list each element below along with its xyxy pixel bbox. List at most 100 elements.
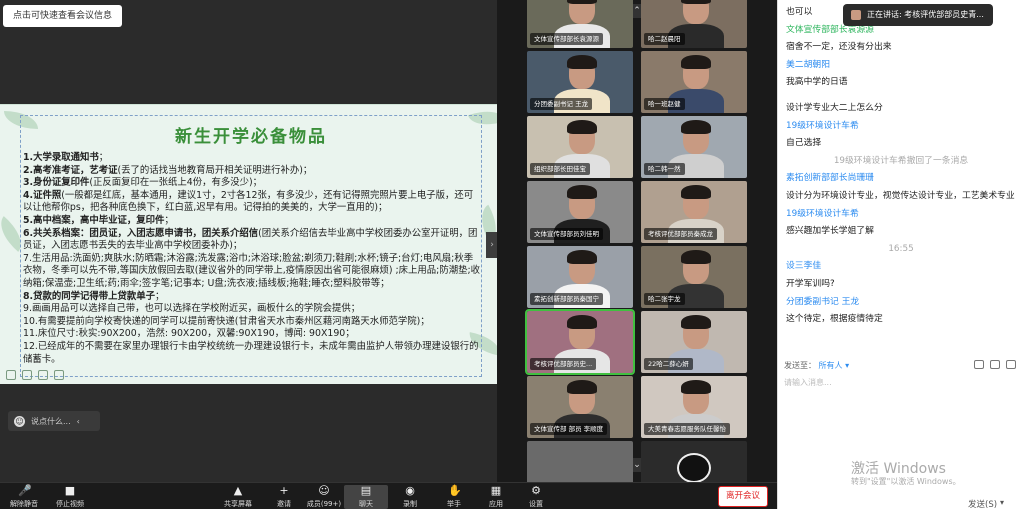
slide-item: 11.床位尺寸:秋实:90X200，浩然: 90X200，双馨:90X190，博… — [23, 328, 481, 341]
eraser-icon[interactable] — [22, 370, 32, 380]
participant-hair — [681, 54, 712, 69]
slide-tools[interactable] — [6, 370, 64, 380]
share-screen-button[interactable]: ▲ 共享屏幕 — [216, 485, 260, 509]
participant-video-tile[interactable]: 素拓创新部部员秦国宁 — [527, 246, 633, 308]
slide-item: 8.贷款的同学记得带上贷款单子； — [23, 291, 481, 304]
slide-item-text: ； — [98, 152, 109, 163]
unmute-button[interactable]: 🎤 解除静音 — [2, 485, 46, 509]
participant-name: 文体宣传部部长袁源源 — [530, 33, 603, 45]
participant-video-tile[interactable]: 大美青春志愿服务队任馨怡 — [641, 376, 747, 438]
chat-system-note: 19级环境设计车希撤回了一条消息 — [833, 155, 969, 166]
share-screen-icon: ▲ — [233, 484, 243, 497]
file-icon[interactable] — [974, 360, 984, 369]
apps-icon: ▦ — [490, 484, 502, 497]
participant-video-tile[interactable]: 哈二张宇龙 — [641, 246, 747, 308]
chat-message: 开学军训吗? — [786, 278, 835, 289]
chat-sender[interactable]: 19级环境设计车希 — [786, 118, 1016, 136]
participant-name: 哈一班赵健 — [644, 98, 685, 110]
send-to-selector[interactable]: 所有人 — [819, 361, 843, 370]
slide-item: 2.高考准考证，艺考证(丢了的话找当地教育局开相关证明进行补办)； — [23, 165, 481, 178]
participant-video-tile[interactable]: 考核评优部部员秦成龙 — [641, 181, 747, 243]
pen-icon[interactable] — [6, 370, 16, 380]
participant-video-tile[interactable]: 考核评优部部员史... — [525, 309, 635, 375]
participant-name: 分团委副书记 王龙 — [530, 98, 593, 110]
participant-hair — [681, 379, 712, 394]
toolbar-label: 举手 — [447, 500, 461, 508]
leave-meeting-button[interactable]: 离开会议 — [718, 486, 768, 507]
slide-item-bold: 4.证件照 — [23, 189, 62, 201]
slide-item: 12.已经成年的不需要在家里办理银行卡由学校统统一办理建设银行卡，未成年需由监护… — [23, 341, 481, 366]
slide-body: 1.大学录取通知书； 2.高考准考证，艺考证(丢了的话找当地教育局开相关证明进行补… — [23, 152, 481, 366]
participants-button[interactable]: ☺ 成员(99+) — [302, 485, 346, 509]
participant-name: 哈二韩一然 — [644, 163, 685, 175]
participant-video-tile[interactable]: 文体宣传部部员刘佳明 — [527, 181, 633, 243]
participant-video-tile[interactable]: 文体宣传部部长袁源源 — [527, 0, 633, 48]
slide-item-text: (一般都是红底，基本通用，建议1寸，2寸各12张，有多没少，还有记得照完照片要上… — [23, 189, 474, 214]
slide-item-bold: 2.高考准考证，艺考证 — [23, 164, 118, 176]
meeting-window: 点击可快速查看会议信息 新生开学必备物品 1.大学录取通知书； 2.高考准考证，艺… — [0, 0, 1024, 509]
toolbar-label: 应用 — [489, 500, 503, 508]
chat-button[interactable]: ▤ 聊天 — [344, 485, 388, 509]
slide-item-bold: 5.高中档案，高中毕业证，复印件 — [23, 214, 165, 226]
chat-panel: 也可以 文体宣传部部长袁源源 宿舍不一定，还没有分出来 美二胡朝阳 我高中学的日语 设计学… — [777, 0, 1024, 509]
slide-item: 10.有需要提前向学校寄快递的同学可以提前寄快递(甘肃省天水市秦州区藉河南路天水… — [23, 316, 481, 329]
participant-video-tile[interactable]: 分团委副书记 王龙 — [527, 51, 633, 113]
participant-name: 考核评优部部员史... — [530, 358, 597, 370]
chat-input[interactable]: 请输入消息... — [784, 377, 1019, 389]
participant-video-tile[interactable]: 哈一班赵健 — [641, 51, 747, 113]
chat-message: 设计学专业大二上怎么分 — [786, 102, 883, 113]
slide-item-text: 12.已经成年的不需要在家里办理银行卡由学校统统一办理建设银行卡，未成年需由监护… — [23, 340, 479, 365]
toolbar-label: 录制 — [403, 500, 417, 508]
chat-message: 我高中学的日语 — [786, 77, 848, 88]
participant-video-tile[interactable]: 哈二韩一然 — [641, 116, 747, 178]
participant-hair — [681, 314, 712, 329]
slide-item-text: 10.有需要提前向学校寄快递的同学可以提前寄快递(甘肃省天水市秦州区藉河南路天水… — [23, 315, 430, 327]
apps-button[interactable]: ▦ 应用 — [474, 485, 518, 509]
invite-icon: + — [279, 484, 289, 497]
gear-icon: ⚙ — [531, 484, 541, 497]
participant-hair — [567, 184, 598, 199]
pointer-icon[interactable] — [38, 370, 48, 380]
chevron-down-icon[interactable]: ▾ — [845, 361, 849, 370]
emoji-icon[interactable]: ☺ — [14, 415, 25, 427]
quick-chat-placeholder[interactable]: 说点什么... — [31, 416, 71, 427]
toolbar-label: 聊天 — [359, 500, 373, 508]
more-icon[interactable] — [1006, 360, 1016, 369]
meeting-info-tip[interactable]: 点击可快速查看会议信息 — [3, 5, 123, 27]
chat-message: 感兴趣加学长学姐了解 — [786, 226, 874, 237]
raise-hand-button[interactable]: ✋ 举手 — [432, 485, 476, 509]
chat-message: 宿舍不一定，还没有分出来 — [786, 42, 892, 53]
participant-video-tile[interactable]: 哈二赵晨阳 — [641, 0, 747, 48]
participant-hair — [681, 119, 712, 134]
chat-message: 自己选择 — [786, 138, 822, 149]
chat-sender[interactable]: 设三李佳 — [786, 258, 1016, 276]
slide-title: 新生开学必备物品 — [175, 127, 327, 147]
screenshot-icon[interactable] — [990, 360, 1000, 369]
quick-chat-bar[interactable]: ☺ 说点什么... ‹ — [8, 411, 100, 431]
stop-video-button[interactable]: ■ 停止视频 — [48, 485, 92, 509]
chevron-left-icon[interactable]: ‹ — [77, 417, 80, 426]
slide-content-frame: 新生开学必备物品 1.大学录取通知书； 2.高考准考证，艺考证(丢了的话找当地教育… — [20, 115, 482, 377]
toolbar-label: 成员(99+) — [306, 500, 342, 508]
participant-video-tile[interactable]: 组织部部长田佳宝 — [527, 116, 633, 178]
participant-name: 哈二赵晨阳 — [644, 33, 685, 45]
participant-name: 大美青春志愿服务队任馨怡 — [644, 423, 730, 435]
windows-watermark-subtitle: 转到"设置"以激活 Windows。 — [851, 477, 961, 486]
settings-button[interactable]: ⚙ 设置 — [514, 485, 558, 509]
participants-icon: ☺ — [318, 484, 330, 497]
send-button[interactable]: 发送(S) — [968, 498, 997, 509]
participant-video-tile[interactable]: 22哈二薛心妍 — [641, 311, 747, 373]
chat-message — [786, 92, 1016, 100]
chevron-down-icon[interactable]: ▾ — [1000, 498, 1004, 507]
chat-sender[interactable]: 素拓创新部部长尚珊珊 — [786, 170, 1016, 188]
chat-sender[interactable]: 美二胡朝阳 — [786, 57, 1016, 75]
chat-sender[interactable]: 19级环境设计车希 — [786, 206, 1016, 224]
chat-sender[interactable]: 分团委副书记 王龙 — [786, 294, 1016, 312]
invite-button[interactable]: + 邀请 — [262, 485, 306, 509]
slide-item: 1.大学录取通知书； — [23, 152, 481, 165]
slide-item-bold: 6.共关系档案：团员证，入团志愿申请书，团关系介绍信 — [23, 227, 259, 239]
participant-hair — [567, 0, 598, 4]
record-button[interactable]: ◉ 录制 — [388, 485, 432, 509]
participant-video-tile[interactable]: 文体宣传部 部员 李顺度 — [527, 376, 633, 438]
more-icon[interactable] — [54, 370, 64, 380]
